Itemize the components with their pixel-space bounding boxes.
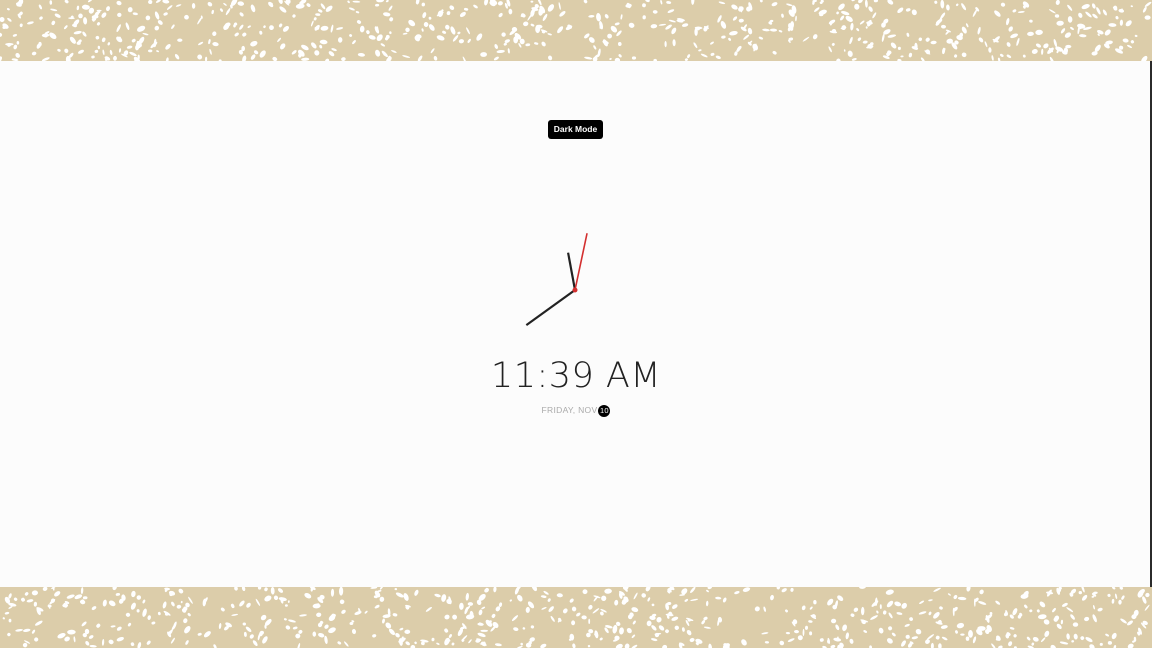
speckle — [588, 618, 591, 625]
hour-hand — [566, 252, 577, 291]
pattern-background — [0, 587, 1152, 648]
second-hand — [574, 233, 588, 291]
speckle — [977, 626, 986, 631]
speckle — [530, 0, 534, 3]
speckle-pattern — [0, 0, 1152, 61]
date-display: FRIDAY, NOV 10 — [426, 403, 726, 417]
speckle — [897, 46, 901, 51]
speckle — [147, 49, 153, 53]
minute-hand — [525, 289, 576, 326]
digital-time: 11:39 AM — [490, 356, 662, 396]
speckle — [1144, 15, 1151, 20]
speckle — [78, 13, 83, 19]
decorative-border-top — [0, 0, 1152, 61]
day-badge: 10 — [598, 404, 611, 417]
speckle — [480, 629, 489, 632]
weekday-month-label: FRIDAY, NOV — [541, 405, 598, 415]
speckle — [694, 27, 698, 36]
speckle-pattern — [0, 587, 1152, 648]
clock-center-dot — [572, 287, 578, 293]
decorative-border-bottom — [0, 587, 1152, 648]
speckle — [1107, 640, 1113, 645]
speckle — [1078, 591, 1083, 595]
speckle — [1072, 622, 1079, 627]
dark-mode-toggle-button[interactable]: Dark Mode — [548, 120, 603, 139]
speckle — [177, 38, 183, 42]
